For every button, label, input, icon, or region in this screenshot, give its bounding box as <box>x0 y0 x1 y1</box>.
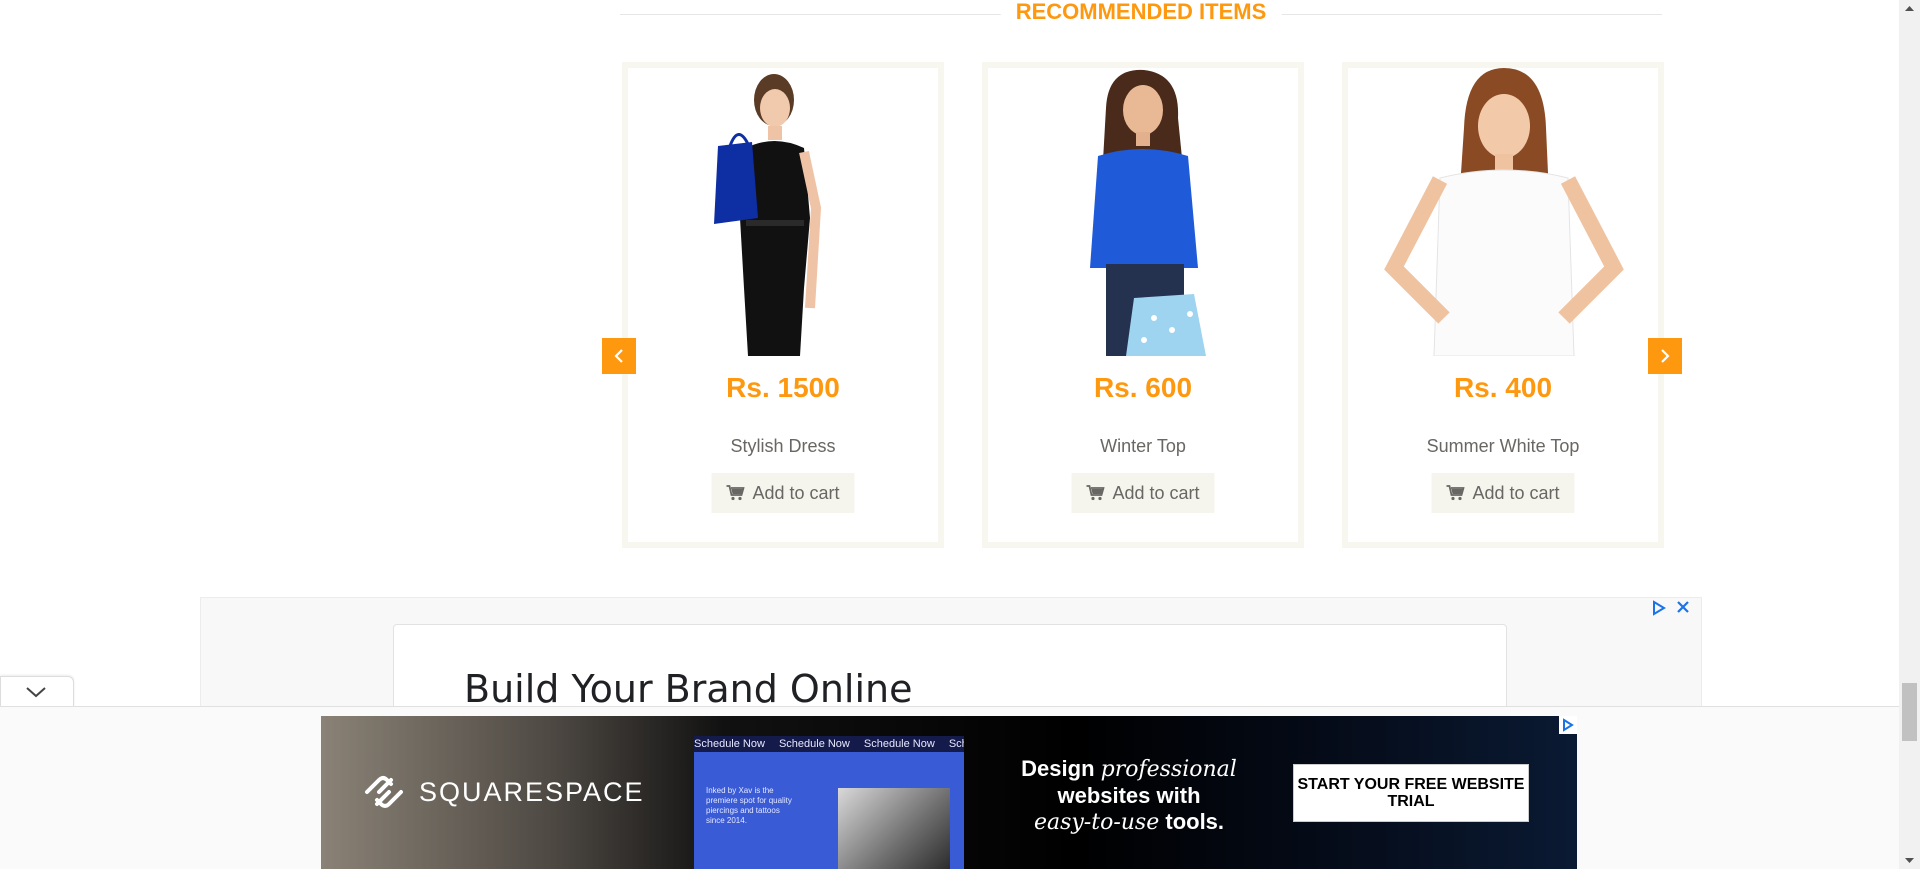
tagline-emphasis: easy-to-use <box>1033 810 1160 835</box>
product-image[interactable] <box>1354 68 1652 356</box>
shopping-cart-icon <box>1446 485 1465 501</box>
preview-nav-item: Schedule Now <box>948 738 964 750</box>
ad-heading[interactable]: Build Your Brand Online <box>464 669 913 708</box>
product-card: Rs. 400 Summer White Top Add to cart <box>1342 62 1664 548</box>
product-name[interactable]: Summer White Top <box>1348 435 1658 457</box>
tagline-text: websites with <box>1057 783 1201 808</box>
product-price: Rs. 600 <box>1093 372 1193 403</box>
chevron-down-icon <box>26 687 46 698</box>
product-name[interactable]: Stylish Dress <box>628 435 938 457</box>
preview-nav-item: Schedule Now <box>694 738 765 750</box>
scrollbar-thumb[interactable] <box>1902 683 1917 741</box>
start-free-trial-button[interactable]: START YOUR FREE WEBSITE TRIAL <box>1293 764 1529 822</box>
chevron-right-icon <box>1661 349 1670 363</box>
squarespace-banner-ad[interactable]: SQUARESPACE Schedule Now Schedule Now Sc… <box>321 716 1577 869</box>
product-image[interactable] <box>634 68 932 356</box>
anchor-ad-collapse-button[interactable] <box>0 676 74 707</box>
ad-choices-icon[interactable] <box>1559 716 1577 734</box>
squarespace-logo-icon <box>365 776 403 808</box>
carousel-next-button[interactable] <box>1648 338 1682 374</box>
ad-card[interactable]: Build Your Brand Online <box>393 624 1507 708</box>
tagline-text: Design <box>1021 756 1101 781</box>
banner-tagline: Design professional websites with easy-t… <box>1009 756 1249 836</box>
preview-photo <box>838 788 950 869</box>
squarespace-logo: SQUARESPACE <box>361 772 645 812</box>
add-to-cart-button[interactable]: Add to cart <box>1431 473 1575 513</box>
shopping-cart-icon <box>1086 485 1105 501</box>
product-card: Rs. 600 Winter Top Add to cart <box>982 62 1304 548</box>
product-card: Rs. 1500 Stylish Dress Add to cart <box>622 62 944 548</box>
anchor-ad-bar: SQUARESPACE Schedule Now Schedule Now Sc… <box>0 706 1899 869</box>
add-to-cart-button[interactable]: Add to cart <box>1071 473 1215 513</box>
product-image[interactable] <box>994 68 1292 356</box>
preview-nav-item: Schedule Now <box>778 738 850 750</box>
add-to-cart-label: Add to cart <box>752 483 840 503</box>
product-name[interactable]: Winter Top <box>988 435 1298 457</box>
website-preview-image: Schedule Now Schedule Now Schedule Now S… <box>694 736 964 869</box>
brand-name: SQUARESPACE <box>419 776 645 807</box>
tagline-emphasis: professional <box>1100 757 1237 782</box>
carousel-prev-button[interactable] <box>602 338 636 374</box>
add-to-cart-label: Add to cart <box>1112 483 1200 503</box>
shopping-cart-icon <box>726 485 745 501</box>
section-title: RECOMMENDED ITEMS <box>1000 0 1282 24</box>
preview-nav: Schedule Now Schedule Now Schedule Now S… <box>694 736 964 752</box>
scroll-up-arrow[interactable] <box>1899 0 1920 17</box>
add-to-cart-label: Add to cart <box>1472 483 1560 503</box>
add-to-cart-button[interactable]: Add to cart <box>711 473 855 513</box>
recommended-carousel: Rs. 1500 Stylish Dress Add to cart Rs. 6… <box>602 62 1682 548</box>
close-icon[interactable] <box>1675 599 1691 615</box>
scroll-down-arrow[interactable] <box>1899 852 1920 869</box>
ad-choices-icon[interactable] <box>1651 600 1667 616</box>
preview-nav-item: Schedule Now <box>863 738 935 750</box>
tagline-text: tools. <box>1159 809 1225 834</box>
page-scrollbar[interactable] <box>1899 0 1920 869</box>
display-ad[interactable]: Build Your Brand Online <box>200 597 1702 709</box>
product-price: Rs. 1500 <box>726 372 840 403</box>
preview-body-text: Inked by Xav is the premiere spot for qu… <box>706 786 792 825</box>
chevron-left-icon <box>614 349 623 363</box>
recommended-section-header: RECOMMENDED ITEMS <box>620 0 1662 26</box>
product-price: Rs. 400 <box>1453 372 1553 403</box>
page-viewport: RECOMMENDED ITEMS Rs. 1500 Stylish Dress… <box>0 0 1899 869</box>
